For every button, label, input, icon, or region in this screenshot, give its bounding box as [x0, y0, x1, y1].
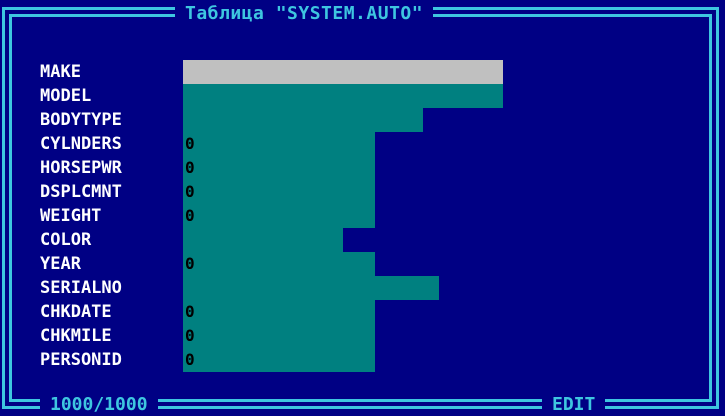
field-label-serialno: SERIALNO	[40, 278, 122, 298]
field-row-cylnders: CYLNDERS 0	[40, 132, 700, 156]
field-input-horsepwr[interactable]: 0	[183, 156, 375, 180]
field-label-horsepwr: HORSEPWR	[40, 158, 122, 178]
field-row-color: COLOR	[40, 228, 700, 252]
field-row-make: MAKE	[40, 60, 700, 84]
field-row-personid: PERSONID 0	[40, 348, 700, 372]
field-row-chkmile: CHKMILE 0	[40, 324, 700, 348]
field-input-color[interactable]	[183, 228, 343, 252]
dbms-edit-screen: Таблица "SYSTEM.AUTO" MAKE MODEL BODYTYP…	[0, 0, 725, 416]
field-input-serialno[interactable]	[183, 276, 439, 300]
field-row-weight: WEIGHT 0	[40, 204, 700, 228]
field-row-chkdate: CHKDATE 0	[40, 300, 700, 324]
field-input-year[interactable]: 0	[183, 252, 375, 276]
field-label-make: MAKE	[40, 62, 81, 82]
field-input-chkdate[interactable]: 0	[183, 300, 375, 324]
field-label-chkmile: CHKMILE	[40, 326, 112, 346]
field-row-year: YEAR 0	[40, 252, 700, 276]
mode-indicator: EDIT	[542, 394, 606, 416]
field-label-dsplcmnt: DSPLCMNT	[40, 182, 122, 202]
field-label-color: COLOR	[40, 230, 92, 250]
field-label-year: YEAR	[40, 254, 81, 274]
field-input-bodytype[interactable]	[183, 108, 423, 132]
field-label-bodytype: BODYTYPE	[40, 110, 122, 130]
record-form: MAKE MODEL BODYTYPE CYLNDERS 0 HORSEPWR …	[40, 60, 700, 372]
field-input-weight[interactable]: 0	[183, 204, 375, 228]
field-input-personid[interactable]: 0	[183, 348, 375, 372]
field-input-chkmile[interactable]: 0	[183, 324, 375, 348]
field-input-dsplcmnt[interactable]: 0	[183, 180, 375, 204]
field-label-model: MODEL	[40, 86, 92, 106]
field-input-make[interactable]	[183, 60, 503, 84]
field-row-bodytype: BODYTYPE	[40, 108, 700, 132]
field-label-cylnders: CYLNDERS	[40, 134, 122, 154]
field-row-serialno: SERIALNO	[40, 276, 700, 300]
field-label-weight: WEIGHT	[40, 206, 102, 226]
record-counter: 1000/1000	[40, 394, 158, 416]
field-input-model[interactable]	[183, 84, 503, 108]
field-input-cylnders[interactable]: 0	[183, 132, 375, 156]
field-row-horsepwr: HORSEPWR 0	[40, 156, 700, 180]
field-label-chkdate: CHKDATE	[40, 302, 112, 322]
window-title: Таблица "SYSTEM.AUTO"	[175, 2, 434, 26]
field-row-model: MODEL	[40, 84, 700, 108]
field-row-dsplcmnt: DSPLCMNT 0	[40, 180, 700, 204]
field-label-personid: PERSONID	[40, 350, 122, 370]
